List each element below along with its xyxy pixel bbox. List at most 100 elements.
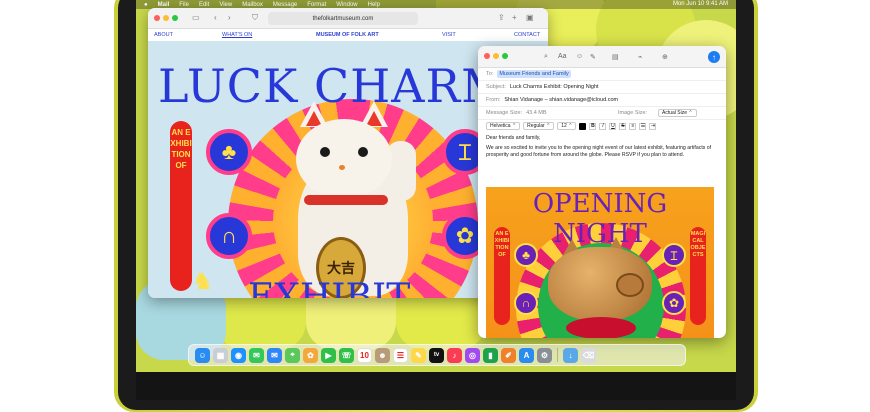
attach-icon[interactable]: ⌁ [638, 53, 642, 61]
font-family-select[interactable]: Helvetica ⌃ [486, 122, 521, 130]
facetime-icon[interactable]: ▶ [321, 347, 336, 363]
poster-title: OPENING NIGHT [532, 189, 668, 249]
font-format-icon[interactable]: Aa [558, 53, 567, 60]
nav-link-about[interactable]: ABOUT [154, 32, 173, 38]
strikethrough-button[interactable]: S [619, 122, 627, 130]
body-greeting: Dear friends and family, [486, 135, 541, 141]
notes-icon[interactable]: ✎ [411, 347, 426, 363]
menu-item[interactable]: Help [368, 2, 380, 8]
tv-icon[interactable]: tv [429, 347, 444, 363]
menu-item[interactable]: Format [307, 2, 326, 8]
nav-link-contact[interactable]: CONTACT [514, 32, 540, 38]
nav-link-whats-on[interactable]: WHAT'S ON [222, 32, 252, 38]
trash-icon[interactable]: ⌫ [581, 347, 596, 363]
message-size-label: Message Size: [486, 110, 523, 116]
forward-arrow-icon[interactable]: › [228, 13, 231, 22]
podcasts-icon[interactable]: ◎ [465, 347, 480, 363]
formatting-bar: Helvetica ⌃ Regular ⌃ 12 ⌃ B I U S ≡ ☰ ⇥ [478, 120, 726, 132]
paperclip-icon[interactable]: ⌕ [544, 53, 548, 61]
address-bar[interactable]: thefolkartmuseum.com [268, 12, 418, 25]
font-weight-value: Regular [527, 123, 545, 129]
recipient-chip[interactable]: Museum Friends and Family [497, 70, 571, 78]
new-tab-icon[interactable]: + [512, 13, 517, 22]
back-arrow-icon[interactable]: ‹ [214, 13, 217, 22]
mail-icon[interactable]: ✉ [267, 347, 282, 363]
finder-icon[interactable]: ☺ [195, 347, 210, 363]
photos-icon[interactable]: ✿ [303, 347, 318, 363]
banner-text: AN EXHIBITION OF [170, 128, 192, 170]
list-icon[interactable]: ☰ [639, 122, 647, 130]
menu-item[interactable]: Message [273, 2, 297, 8]
system-settings-icon[interactable]: ⚙ [537, 347, 552, 363]
lucky-cat-eye [320, 147, 330, 157]
more-options-icon[interactable]: ⊕ [662, 53, 668, 61]
to-field[interactable]: To: Museum Friends and Family [478, 68, 726, 81]
subject-value[interactable]: Luck Charms Exhibit: Opening Night [510, 84, 599, 90]
sidebar-toggle-icon[interactable]: ▭ [192, 13, 200, 22]
underline-button[interactable]: U [609, 122, 617, 130]
emoji-icon[interactable]: ☺ [576, 53, 583, 60]
opening-night-poster: OPENING NIGHT AN EXHIBITION OF MAGICAL O… [486, 187, 714, 338]
image-size-select[interactable]: Actual Size ⌃ [658, 109, 697, 117]
minimize-window-button[interactable] [163, 15, 169, 21]
nav-link-visit[interactable]: VISIT [442, 32, 456, 38]
menu-item[interactable]: Window [336, 2, 357, 8]
subject-field[interactable]: Subject: Luck Charms Exhibit: Opening Ni… [478, 81, 726, 94]
site-logo[interactable]: MUSEUM OF FOLK ART [316, 32, 379, 38]
align-icon[interactable]: ≡ [629, 122, 637, 130]
launchpad-icon[interactable]: ▦ [213, 347, 228, 363]
contacts-icon[interactable]: ☻ [375, 347, 390, 363]
font-weight-select[interactable]: Regular ⌃ [523, 122, 555, 130]
numbers-icon[interactable]: ▮ [483, 347, 498, 363]
font-size-value: 12 [561, 123, 567, 129]
safari-toolbar: ▭ ‹ › ⛉ thefolkartmuseum.com ⇪ + ▣ [148, 8, 548, 29]
mail-compose-window: ⌕ Aa ☺ ✎ ▤ ⌁ ⊕ ↑ To: Museum Friends and … [478, 46, 726, 338]
photo-browser-icon[interactable]: ▤ [612, 53, 619, 61]
safari-icon[interactable]: ◉ [231, 347, 246, 363]
pages-icon[interactable]: ✐ [501, 347, 516, 363]
shield-icon[interactable]: ⛉ [252, 13, 258, 23]
indent-icon[interactable]: ⇥ [649, 122, 657, 130]
menu-item[interactable]: Mail [158, 2, 170, 8]
zoom-window-button[interactable] [172, 15, 178, 21]
music-icon[interactable]: ♪ [447, 347, 462, 363]
text-color-swatch[interactable] [579, 122, 587, 130]
zoom-window-button[interactable] [502, 53, 508, 59]
banner-text: MAGICAL OBJECTS [690, 231, 706, 258]
dock-separator [557, 348, 558, 362]
image-size-label: Image Size: [618, 110, 648, 116]
menu-bar-clock[interactable]: Mon Jun 10 9:41 AM [673, 1, 728, 7]
message-body[interactable]: Dear friends and family, We are so excit… [478, 132, 726, 162]
close-window-button[interactable] [484, 53, 490, 59]
minimize-window-button[interactable] [493, 53, 499, 59]
menu-item[interactable]: Edit [199, 2, 209, 8]
downloads-icon[interactable]: ↓ [563, 347, 578, 363]
apple-menu-icon[interactable]: ● [144, 2, 148, 8]
reminders-icon[interactable]: ☰ [393, 347, 408, 363]
url-text: thefolkartmuseum.com [312, 15, 374, 22]
menu-item[interactable]: View [219, 2, 232, 8]
send-button[interactable]: ↑ [708, 51, 720, 63]
maps-icon[interactable]: ⌖ [285, 347, 300, 363]
close-window-button[interactable] [154, 15, 160, 21]
font-size-select[interactable]: 12 ⌃ [557, 122, 577, 130]
clover-icon: ♣ [514, 243, 538, 267]
from-value[interactable]: Shian Vidanage – shian.vidanage@icloud.c… [504, 97, 618, 103]
markup-icon[interactable]: ✎ [590, 53, 596, 61]
messages-icon[interactable]: ✉ [249, 347, 264, 363]
share-icon[interactable]: ⇪ [498, 13, 505, 22]
calendar-icon[interactable]: 10 [357, 347, 372, 363]
poster-side-banner: AN EXHIBITION OF [494, 227, 510, 325]
menu-item[interactable]: File [179, 2, 189, 8]
from-field[interactable]: From: Shian Vidanage – shian.vidanage@ic… [478, 94, 726, 107]
poster-bottom-title: EXHIBIT [248, 277, 411, 298]
tab-overview-icon[interactable]: ▣ [526, 13, 534, 22]
coin-text: 大吉 [327, 260, 355, 276]
menu-item[interactable]: Mailbox [242, 2, 263, 8]
clover-icon: ♣ [206, 129, 252, 175]
bold-button[interactable]: B [589, 122, 597, 130]
app-store-icon[interactable]: A [519, 347, 534, 363]
phone-icon[interactable]: ☏ [339, 347, 354, 363]
mail-toolbar: ⌕ Aa ☺ ✎ ▤ ⌁ ⊕ ↑ [478, 46, 726, 68]
italic-button[interactable]: I [599, 122, 607, 130]
